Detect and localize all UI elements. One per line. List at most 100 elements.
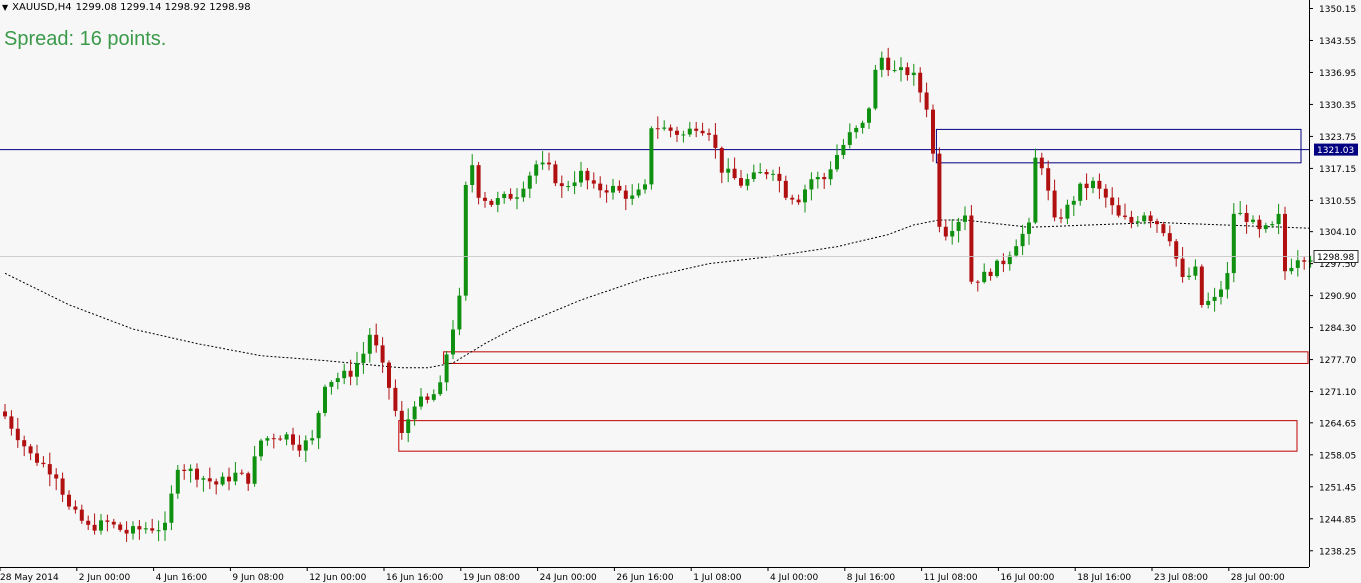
candle-body: [662, 127, 667, 129]
candle-body: [297, 444, 302, 451]
candle-body: [495, 198, 500, 205]
candle-body: [483, 197, 487, 201]
candle-body: [700, 130, 705, 134]
y-tick-label: 1284.30: [1319, 324, 1356, 334]
candle-body: [118, 524, 123, 530]
current-price-label: 1298.98: [1317, 253, 1354, 263]
level-price-label: 1321.03: [1317, 146, 1354, 156]
candle-body: [291, 434, 295, 445]
y-tick-label: 1264.65: [1319, 419, 1356, 429]
candle-body: [803, 189, 807, 203]
candle-body: [182, 469, 187, 472]
candle-body: [822, 176, 827, 180]
y-tick-label: 1330.35: [1319, 101, 1356, 111]
x-tick-label: 28 May 2014: [0, 573, 59, 583]
candle-body: [649, 128, 654, 185]
candle-body: [515, 197, 519, 199]
x-tick-label: 28 Jul 00:00: [1231, 573, 1285, 583]
candle-body: [41, 462, 46, 465]
candle-body: [451, 329, 455, 355]
candle-body: [444, 354, 449, 383]
candle-body: [1244, 212, 1249, 222]
x-tick-label: 18 Jul 16:00: [1077, 573, 1131, 583]
candle-body: [278, 438, 283, 440]
candle-body: [835, 155, 839, 170]
candle-body: [1219, 289, 1223, 297]
y-tick-label: 1277.70: [1319, 356, 1356, 366]
candle-body: [1103, 188, 1108, 198]
candle-body: [1302, 260, 1307, 262]
candle-body: [163, 522, 167, 531]
candle-body: [982, 271, 987, 283]
candle-body: [956, 221, 961, 231]
candle-body: [963, 215, 967, 222]
candle-body: [92, 524, 97, 531]
triangle-down-icon[interactable]: ▼: [2, 3, 8, 12]
candle-body: [630, 195, 635, 199]
candle-body: [988, 271, 993, 277]
chart-window[interactable]: 1350.15 1343.55 1336.95 1330.35 1323.75 1317.…: [0, 0, 1361, 583]
candle-body: [611, 185, 615, 193]
candle-body: [950, 230, 955, 237]
candle-body: [367, 334, 372, 354]
x-tick-label: 4 Jul 00:00: [770, 573, 819, 583]
candle-body: [1289, 267, 1294, 272]
candle-body: [1065, 204, 1070, 219]
candle-body: [1167, 233, 1172, 242]
candle-body: [502, 193, 507, 199]
candle-body: [137, 526, 142, 530]
x-tick-label: 8 Jul 16:00: [847, 573, 896, 583]
candle-body: [1263, 225, 1268, 230]
x-tick-label: 1 Jul 08:00: [693, 573, 742, 583]
candle-body: [585, 170, 590, 181]
candle-body: [655, 128, 660, 130]
x-tick-label: 2 Jun 00:00: [79, 573, 131, 583]
candle-body: [995, 260, 999, 277]
candle-body: [1199, 266, 1204, 306]
candle-body: [220, 476, 225, 485]
candle-body: [1155, 221, 1159, 225]
price-chart[interactable]: 1350.15 1343.55 1336.95 1330.35 1323.75 1317.…: [0, 0, 1361, 583]
x-tick-label: 19 Jun 08:00: [463, 573, 520, 583]
candle-body: [406, 419, 411, 433]
candle-body: [22, 440, 27, 447]
spread-label: Spread: 16 points.: [4, 28, 167, 50]
candle-body: [579, 170, 583, 183]
candle-body: [854, 127, 859, 133]
candle-body: [1014, 246, 1019, 256]
candle-body: [399, 410, 404, 433]
candle-body: [79, 509, 84, 521]
candle-body: [790, 197, 795, 200]
candle-body: [47, 464, 52, 475]
candle-body: [828, 169, 833, 180]
candle-body: [918, 72, 923, 93]
candle-body: [3, 411, 7, 417]
candle-body: [758, 172, 763, 174]
y-tick-label: 1317.15: [1319, 165, 1356, 175]
candle-body: [566, 186, 571, 188]
candle-body: [1084, 183, 1089, 189]
candle-body: [431, 394, 436, 400]
candle-body: [527, 175, 532, 189]
candle-body: [1148, 215, 1153, 222]
candle-body: [815, 176, 820, 180]
candle-body: [1283, 213, 1287, 272]
candle-body: [860, 122, 865, 128]
candle-body: [694, 128, 699, 131]
candle-body: [323, 386, 327, 413]
candle-body: [937, 153, 942, 227]
candle-body: [1078, 183, 1083, 201]
candle-body: [419, 396, 423, 407]
candle-body: [201, 478, 206, 480]
y-tick-label: 1343.55: [1319, 37, 1356, 47]
candle-body: [303, 440, 308, 451]
y-tick-label: 1323.75: [1319, 133, 1356, 143]
candle-body: [553, 164, 558, 184]
candle-body: [111, 521, 116, 525]
candle-body: [783, 180, 788, 198]
candle-body: [143, 528, 148, 530]
symbol-header: ▼ XAUUSD,H4 1299.08 1299.14 1298.92 1298…: [2, 2, 251, 13]
candle-body: [310, 438, 315, 441]
candle-body: [105, 520, 110, 522]
candle-body: [841, 144, 846, 156]
